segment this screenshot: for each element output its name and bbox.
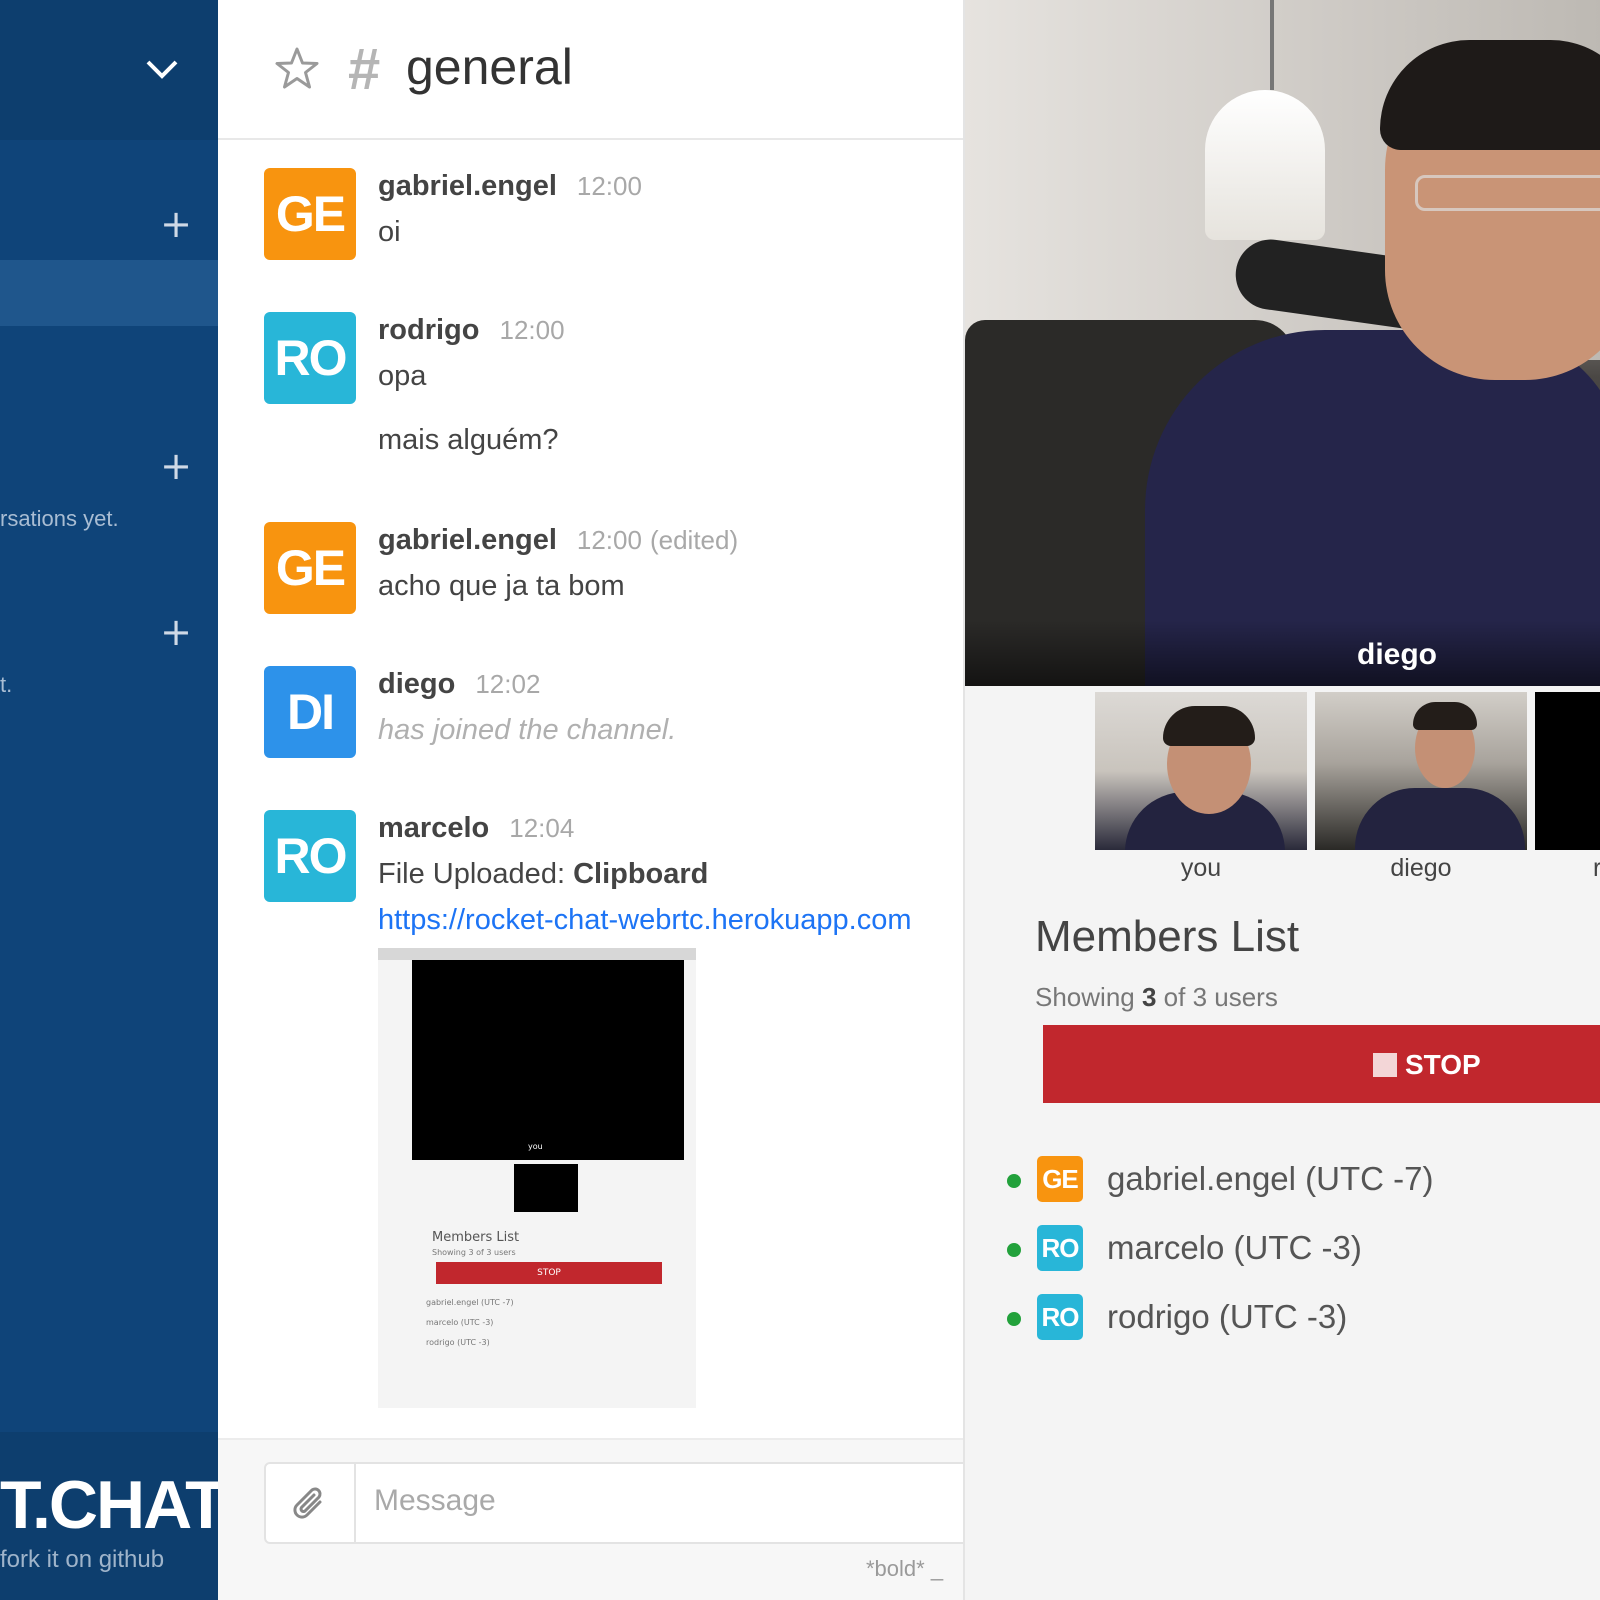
online-status-icon <box>1007 1243 1021 1257</box>
message-author[interactable]: marcelo <box>378 812 489 844</box>
video-thumb-label: diego <box>1390 854 1452 882</box>
avatar[interactable]: RO <box>264 312 356 404</box>
avatar[interactable]: GE <box>264 522 356 614</box>
video-person-glasses <box>1415 175 1600 211</box>
online-status-icon <box>1007 1312 1021 1326</box>
thumb-hair <box>1163 706 1255 746</box>
preview-member: marcelo (UTC -3) <box>426 1318 494 1327</box>
stop-label: STOP <box>1405 1049 1481 1080</box>
message-time: 12:02 <box>475 669 541 699</box>
upload-text: File Uploaded: Clipboard <box>378 858 708 891</box>
preview-member: rodrigo (UTC -3) <box>426 1338 490 1347</box>
preview-members-title: Members List <box>432 1230 520 1245</box>
message-text: oi <box>378 216 401 248</box>
upload-link[interactable]: https://rocket-chat-webrtc.herokuapp.com <box>378 904 912 937</box>
star-icon[interactable] <box>274 46 320 92</box>
showing-count: 3 <box>1141 982 1157 1012</box>
preview-video <box>412 960 684 1160</box>
video-thumb-label: you <box>1180 854 1222 882</box>
channel-hash-icon: # <box>348 37 381 102</box>
message-text: mais alguém? <box>378 424 559 456</box>
channel-name: general <box>406 39 573 95</box>
chevron-down-icon[interactable] <box>144 52 180 88</box>
avatar[interactable]: GE <box>264 168 356 260</box>
avatar[interactable]: DI <box>264 666 356 758</box>
message-time: 12:04 <box>509 813 575 843</box>
member-item[interactable]: RO marcelo (UTC -3) <box>1007 1221 1600 1277</box>
main-video-name: diego <box>1357 638 1437 671</box>
member-name: rodrigo (UTC -3) <box>1107 1298 1348 1335</box>
sidebar-header <box>0 0 218 140</box>
fork-on-github-link[interactable]: fork it on github <box>0 1546 164 1574</box>
message-author[interactable]: gabriel.engel <box>378 524 557 556</box>
chat-area: # general GE gabriel.engel 12:00 oi RO ro… <box>218 0 963 1600</box>
message-time: 12:00 <box>576 171 642 201</box>
avatar: RO <box>1037 1294 1083 1340</box>
avatar: GE <box>1037 1156 1083 1202</box>
upload-file-name: Clipboard <box>573 858 709 890</box>
sidebar-item-active[interactable] <box>0 260 218 326</box>
stop-icon <box>1373 1053 1397 1077</box>
message-time: 12:00 <box>576 525 642 555</box>
formatting-hint: *bold* _ <box>866 1556 944 1581</box>
sidebar: + + rsations yet. + t. T.CHAT fork it on… <box>0 0 227 1600</box>
message-time: 12:00 <box>499 315 565 345</box>
message-text: acho que ja ta bom <box>378 570 625 602</box>
paperclip-icon <box>293 1487 322 1519</box>
stop-video-button[interactable]: STOP <box>1043 1025 1600 1103</box>
video-lamp <box>1205 90 1325 240</box>
main-video[interactable]: diego <box>965 0 1600 686</box>
member-item[interactable]: RO rodrigo (UTC -3) <box>1007 1290 1600 1346</box>
upload-prefix: File Uploaded: <box>378 858 565 890</box>
members-list-title: Members List <box>1035 912 1300 961</box>
video-label-shade <box>965 620 1600 686</box>
add-channel-icon[interactable]: + <box>160 205 192 243</box>
preview-you-label: you <box>528 1142 543 1151</box>
member-name: marcelo (UTC -3) <box>1107 1229 1362 1266</box>
thumb-shirt <box>1355 788 1525 850</box>
members-count: Showing 3 of 3 users <box>1035 982 1278 1013</box>
message-composer: Message *bold* _ <box>218 1438 963 1600</box>
avatar[interactable]: RO <box>264 810 356 902</box>
message-input[interactable]: Message <box>374 1484 496 1518</box>
message-text: opa <box>378 360 427 392</box>
preview-stop: STOP <box>436 1262 662 1284</box>
logo: T.CHAT <box>0 1467 227 1543</box>
edited-label: (edited) <box>649 525 739 555</box>
online-status-icon <box>1007 1174 1021 1188</box>
system-message-text: has joined the channel. <box>378 714 677 746</box>
add-group-icon[interactable]: + <box>160 613 192 651</box>
member-item[interactable]: GE gabriel.engel (UTC -7) <box>1007 1152 1600 1208</box>
message-author[interactable]: diego <box>378 668 455 700</box>
preview-showing: Showing 3 of 3 users <box>432 1248 516 1257</box>
message-author[interactable]: rodrigo <box>378 314 480 346</box>
video-lamp-cord <box>1270 0 1274 90</box>
showing-prefix: Showing <box>1035 982 1135 1012</box>
message-input-box[interactable]: Message <box>264 1462 963 1544</box>
add-direct-message-icon[interactable]: + <box>160 447 192 485</box>
preview-member: gabriel.engel (UTC -7) <box>426 1298 514 1307</box>
member-name: gabriel.engel (UTC -7) <box>1107 1160 1434 1197</box>
preview-toolbar <box>378 948 696 960</box>
sidebar-empty-text: rsations yet. <box>0 506 119 531</box>
video-thumb-you[interactable] <box>1095 692 1307 850</box>
thumb-hair <box>1413 702 1477 730</box>
attach-button[interactable] <box>266 1464 356 1542</box>
preview-thumb <box>514 1164 578 1212</box>
showing-suffix: of 3 users <box>1163 982 1278 1012</box>
video-thumb-diego[interactable] <box>1315 692 1527 850</box>
room-header: # general <box>218 0 963 140</box>
video-thumb-label: r <box>1535 854 1600 883</box>
avatar: RO <box>1037 1225 1083 1271</box>
upload-image-preview[interactable]: you Members List Showing 3 of 3 users ST… <box>378 948 696 1408</box>
sidebar-empty-text-2: t. <box>0 672 13 697</box>
video-call-panel: diego you diego r Members List Showing 3… <box>963 0 1600 1600</box>
video-thumb-other[interactable] <box>1535 692 1600 850</box>
message-author[interactable]: gabriel.engel <box>378 170 557 202</box>
